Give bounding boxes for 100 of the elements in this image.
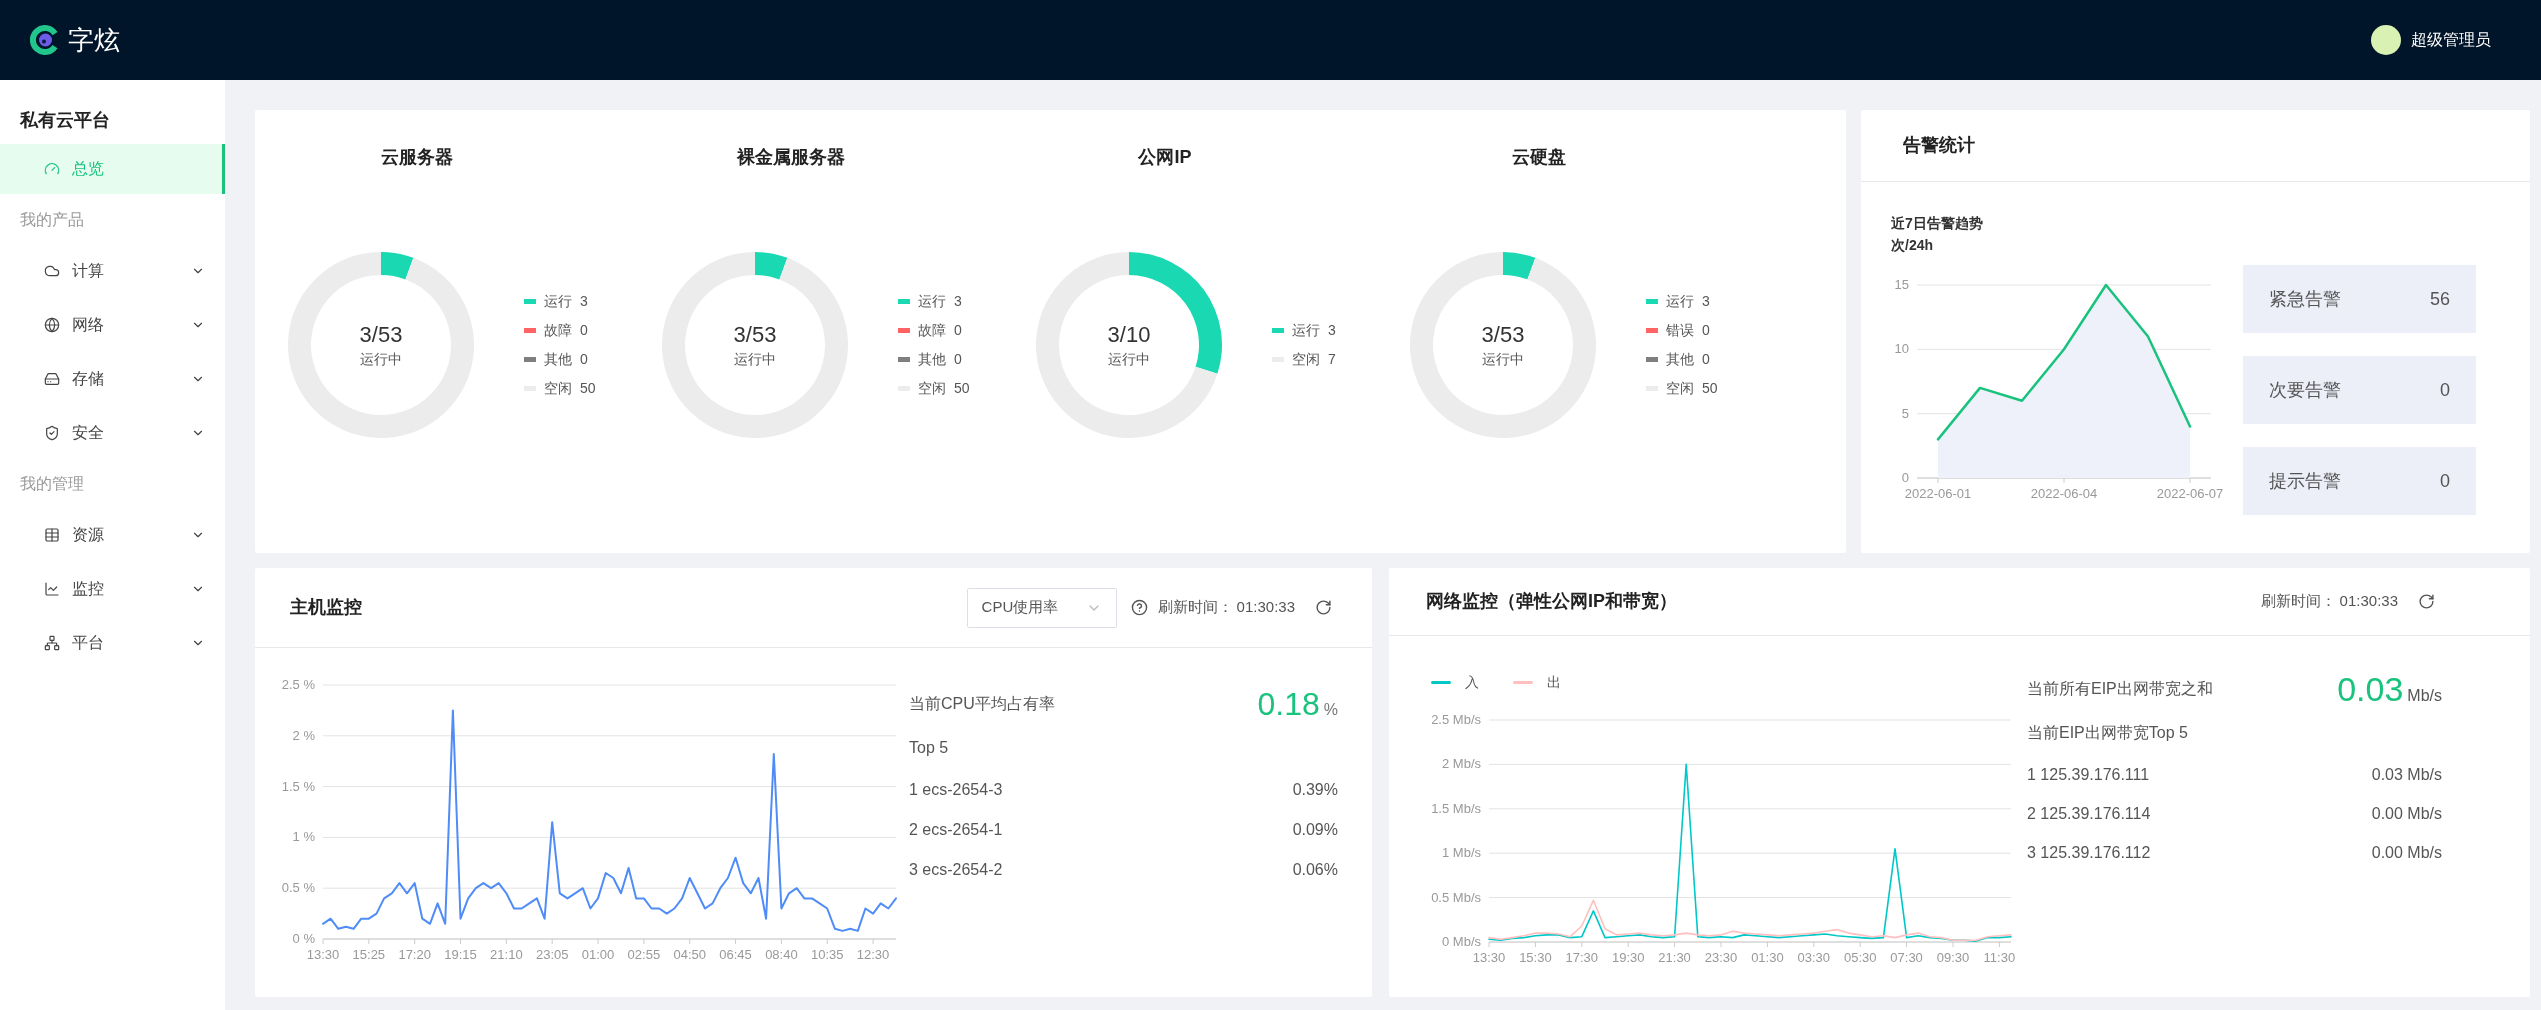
top-list-value: 0.00 Mb/s [2371, 803, 2442, 824]
x-axis-label: 02:55 [627, 947, 661, 962]
legend-value: 50 [954, 379, 970, 398]
top-list-name: 3 ecs-2654-2 [909, 860, 1003, 880]
menu-item[interactable]: 安全 [0, 408, 225, 458]
x-axis-label: 08:40 [765, 947, 798, 962]
y-axis-label: 1.5 % [281, 778, 315, 794]
y-axis-label: 5 [1901, 405, 1909, 421]
sidebar-title: 私有云平台 [19, 108, 111, 132]
x-axis-label: 04:50 [673, 947, 706, 962]
legend-label: 故障 [544, 321, 572, 340]
legend-value: 0 [954, 350, 962, 369]
refresh-label: 刷新时间： [2260, 591, 2336, 612]
summary-unit: % [1323, 700, 1338, 720]
help-icon[interactable] [1130, 599, 1148, 616]
menu-item[interactable]: 网络 [0, 300, 225, 350]
y-axis-label: 2.5 Mb/s [1431, 712, 1481, 727]
refresh-icon[interactable] [2418, 593, 2435, 610]
stat-title: 云硬盘 [1511, 146, 1567, 169]
refresh-time: 01:30:33 [1236, 597, 1295, 618]
y-axis-label: 1 Mb/s [1442, 845, 1481, 861]
line-chart-icon [44, 581, 60, 597]
legend-value: 50 [580, 379, 596, 398]
y-axis-label: 2.5 % [281, 677, 315, 692]
stat-title: 裸金属服务器 [735, 146, 846, 169]
legend-label: 空闲 [544, 379, 572, 398]
x-axis-label: 2022-06-07 [2156, 486, 2224, 501]
chart-unit: 次/24h [1891, 236, 1934, 255]
card-title: 主机监控 [290, 596, 362, 619]
chart-title: 近7日告警趋势 [1891, 214, 1984, 233]
donut-center-value: 3/53 [733, 321, 777, 349]
x-axis-label: 21:10 [490, 947, 523, 962]
y-axis-label: 1.5 Mb/s [1431, 800, 1481, 816]
stat-title: 公网IP [1137, 146, 1193, 169]
donut-center-value: 3/53 [359, 321, 403, 349]
avatar-icon[interactable] [2371, 25, 2401, 55]
x-axis-label: 15:25 [352, 947, 386, 962]
top-list-name: 2 125.39.176.114 [2027, 803, 2151, 824]
y-axis-label: 0 [1901, 470, 1909, 485]
legend-value: 0 [1702, 350, 1710, 369]
top-list-value: 0.39% [1292, 780, 1338, 800]
refresh-icon[interactable] [1315, 599, 1332, 616]
top-list-name: 1 ecs-2654-3 [909, 780, 1003, 800]
y-axis-label: 1 % [292, 829, 315, 845]
donut-center-label: 运行中 [734, 350, 776, 369]
legend-value: 0 [954, 321, 962, 340]
summary-label: 当前CPU平均占有率 [909, 694, 1055, 714]
legend-value: 7 [1328, 350, 1336, 369]
menu-section-label: 我的产品 [19, 210, 85, 230]
table-icon [44, 527, 60, 543]
globe-icon [44, 317, 60, 333]
donut-center-label: 运行中 [1482, 350, 1524, 369]
legend-label: 空闲 [918, 379, 946, 398]
legend-label: 运行 [544, 292, 572, 311]
metric-select[interactable]: CPU使用率 [966, 587, 1117, 628]
legend-label: 运行 [1666, 292, 1694, 311]
menu-item[interactable]: 计算 [0, 246, 225, 296]
x-axis-label: 19:30 [1611, 950, 1645, 965]
refresh-label: 刷新时间： [1157, 597, 1233, 618]
y-axis-label: 15 [1894, 277, 1909, 292]
top-list-name: 1 125.39.176.111 [2027, 764, 2150, 785]
x-axis-label: 15:30 [1519, 950, 1552, 965]
menu-item[interactable]: 存储 [0, 354, 225, 404]
top-list-value: 0.06% [1292, 860, 1338, 880]
top-list-value: 0.09% [1292, 820, 1338, 840]
y-axis-label: 0 % [292, 931, 315, 946]
summary-value: 0.18 [1257, 685, 1320, 724]
legend-value: 3 [1702, 292, 1710, 311]
x-axis-label: 23:05 [535, 947, 569, 962]
legend-label: 其他 [544, 350, 572, 369]
drive-icon [44, 371, 60, 387]
summary-label: 当前所有EIP出网带宽之和 [2027, 679, 2213, 699]
x-axis-label: 23:30 [1704, 950, 1738, 965]
x-axis-label: 03:30 [1797, 950, 1831, 965]
x-axis-label: 01:00 [581, 947, 615, 962]
legend-value: 0 [580, 350, 588, 369]
card-title: 告警统计 [1903, 134, 1975, 157]
legend-label: 故障 [918, 321, 946, 340]
y-axis-label: 0.5 Mb/s [1431, 889, 1481, 905]
legend-value: 50 [1702, 379, 1718, 398]
x-axis-label: 13:30 [1472, 950, 1506, 965]
x-axis-label: 11:30 [1983, 950, 2016, 965]
legend-label: 运行 [1292, 321, 1320, 340]
top-list-value: 0.03 Mb/s [2371, 764, 2442, 785]
alert-label: 提示告警 [2269, 469, 2341, 493]
menu-item[interactable]: 资源 [0, 510, 225, 560]
x-axis-label: 01:30 [1751, 950, 1784, 965]
donut-center-label: 运行中 [1108, 350, 1150, 369]
x-axis-label: 12:30 [856, 947, 890, 962]
alert-count: 0 [2440, 378, 2450, 402]
menu-item[interactable]: 监控 [0, 564, 225, 614]
top-list-value: 0.00 Mb/s [2371, 842, 2442, 863]
card-title: 网络监控（弹性公网IP和带宽） [1426, 590, 1677, 613]
menu-item[interactable]: 平台 [0, 618, 225, 668]
user-name[interactable]: 超级管理员 [2411, 28, 2491, 52]
legend-label: 出 [1547, 672, 1561, 692]
summary-unit: Mb/s [2407, 686, 2442, 706]
logo-icon [30, 25, 60, 55]
logo-text: 字炫 [68, 23, 120, 57]
legend-label: 其他 [918, 350, 946, 369]
